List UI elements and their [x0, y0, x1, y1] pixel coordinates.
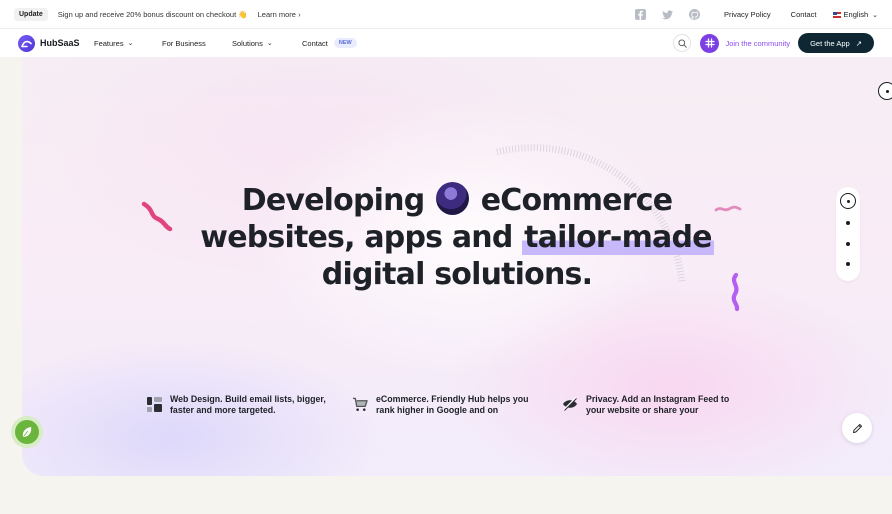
learn-more-link[interactable]: Learn more › — [258, 10, 301, 19]
us-flag-icon — [832, 11, 841, 18]
feature-web-design: Web Design. Build email lists, bigger, f… — [146, 394, 326, 415]
side-panel-toggle[interactable] — [878, 82, 892, 100]
hero-headline: Developing eCommerce websites, apps and … — [200, 182, 714, 292]
nav-contact[interactable]: Contact NEW — [302, 38, 357, 48]
slide-dot-active[interactable] — [840, 193, 856, 209]
promo-text: Sign up and receive 20% bonus discount o… — [57, 9, 248, 19]
chevron-down-icon: ⌄ — [872, 11, 878, 19]
privacy-icon — [562, 396, 578, 412]
nav-features[interactable]: Features ⌄ — [94, 39, 133, 48]
get-the-app-button[interactable]: Get the App ↗ — [798, 33, 874, 53]
hero-avatar-image — [436, 182, 470, 215]
feature-privacy: Privacy. Add an Instagram Feed to your w… — [562, 394, 729, 415]
join-community-link[interactable]: Join the community — [725, 39, 790, 48]
slide-pagination — [836, 187, 860, 281]
slide-dot[interactable] — [846, 262, 850, 266]
github-icon[interactable] — [688, 9, 700, 20]
contact-link[interactable]: Contact — [791, 10, 817, 19]
slide-dot[interactable] — [846, 221, 850, 225]
slack-icon[interactable] — [700, 33, 720, 53]
nav-solutions[interactable]: Solutions ⌄ — [232, 39, 273, 48]
eco-widget-button[interactable] — [11, 416, 43, 448]
layout-icon — [146, 396, 162, 412]
announcement-bar: Update Sign up and receive 20% bonus dis… — [0, 0, 892, 29]
search-icon — [678, 38, 687, 48]
main-navbar: HubSaaS Features ⌄ For Business Solution… — [0, 29, 892, 57]
update-badge: Update — [14, 7, 48, 21]
highlight-text: tailor-made — [522, 220, 714, 255]
language-selector[interactable]: English ⌄ — [832, 10, 878, 19]
edit-button[interactable] — [842, 413, 872, 443]
feature-ecommerce: eCommerce. Friendly Hub helps you rank h… — [352, 394, 529, 415]
logo-icon — [18, 34, 35, 52]
features-row: Web Design. Build email lists, bigger, f… — [22, 394, 892, 422]
privacy-policy-link[interactable]: Privacy Policy — [724, 10, 771, 19]
facebook-icon[interactable] — [634, 9, 646, 20]
search-button[interactable] — [673, 34, 692, 52]
twitter-icon[interactable] — [661, 9, 673, 20]
slide-dot[interactable] — [846, 242, 850, 246]
cart-icon — [352, 396, 368, 412]
chevron-right-icon: › — [298, 9, 301, 19]
hero-section: Developing eCommerce websites, apps and … — [22, 57, 892, 476]
pencil-icon — [852, 423, 862, 433]
brand-logo[interactable]: HubSaaS — [18, 34, 80, 52]
leaf-icon — [22, 426, 32, 437]
new-badge: NEW — [333, 38, 357, 48]
nav-for-business[interactable]: For Business — [162, 39, 206, 48]
chevron-down-icon: ⌄ — [127, 40, 134, 47]
arrow-up-right-icon: ↗ — [855, 38, 862, 48]
chevron-down-icon: ⌄ — [266, 40, 273, 47]
